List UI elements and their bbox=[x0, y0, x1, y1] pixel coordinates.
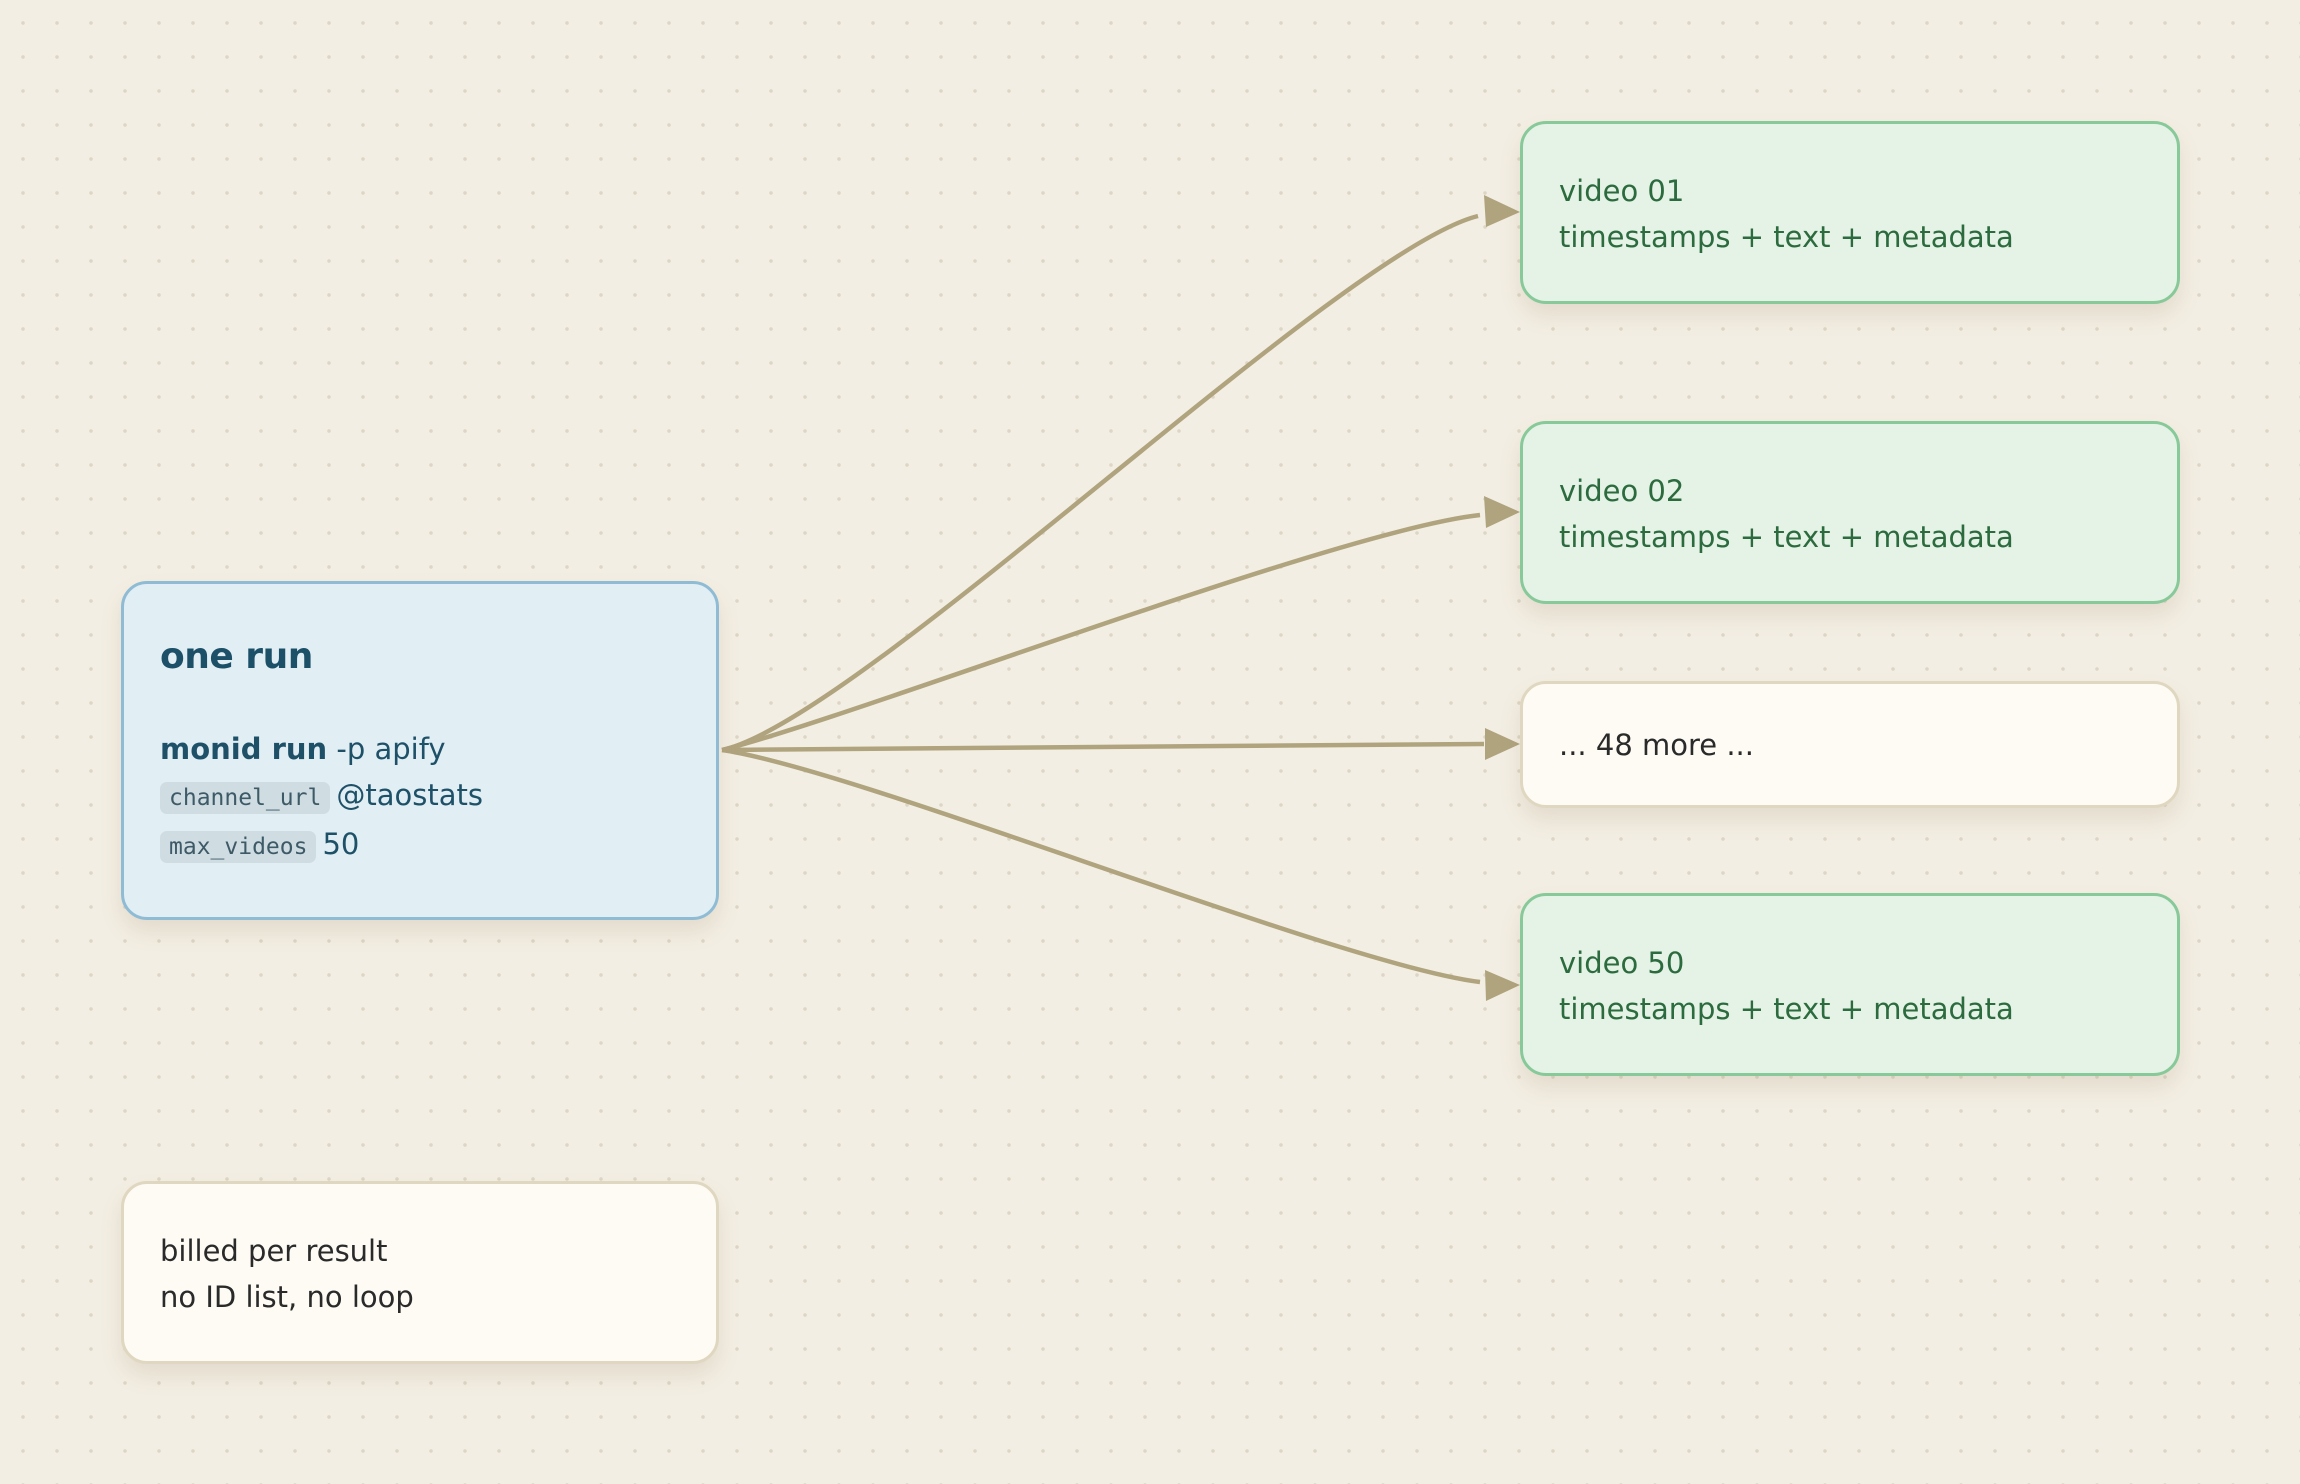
output-node-video-01[interactable]: video 01 timestamps + text + metadata bbox=[1520, 121, 2180, 304]
output-title: video 01 bbox=[1559, 174, 1685, 208]
param-value-max-videos: 50 bbox=[322, 827, 360, 861]
billing-note-node[interactable]: billed per result no ID list, no loop bbox=[121, 1181, 719, 1364]
diagram-canvas: one run monid run -p apify channel_url @t… bbox=[0, 0, 2300, 1484]
output-node-video-02[interactable]: video 02 timestamps + text + metadata bbox=[1520, 421, 2180, 604]
run-node-title: one run bbox=[160, 636, 313, 677]
edge-run-to-more bbox=[721, 741, 1485, 753]
output-title: video 02 bbox=[1559, 474, 1685, 508]
param-channel-url: channel_url @taostats bbox=[160, 772, 680, 821]
edge-run-to-video-50 bbox=[721, 747, 1481, 985]
run-command-args: -p apify bbox=[327, 732, 446, 766]
one-run-node[interactable]: one run monid run -p apify channel_url @t… bbox=[121, 581, 719, 920]
run-command-name: monid run bbox=[160, 732, 328, 766]
output-detail: timestamps + text + metadata bbox=[1559, 220, 2014, 254]
output-node-more[interactable]: ... 48 more ... bbox=[1520, 681, 2180, 808]
note-line-1: billed per result bbox=[160, 1234, 388, 1268]
output-title: video 50 bbox=[1559, 946, 1685, 980]
run-command: monid run -p apify bbox=[160, 726, 680, 772]
param-value-channel-url: @taostats bbox=[336, 778, 483, 812]
param-key-max-videos: max_videos bbox=[160, 831, 317, 863]
arrowhead-video-01 bbox=[1484, 195, 1520, 227]
param-max-videos: max_videos 50 bbox=[160, 821, 680, 870]
output-detail: timestamps + text + metadata bbox=[1559, 520, 2014, 554]
more-label: ... 48 more ... bbox=[1559, 727, 1754, 762]
param-key-channel-url: channel_url bbox=[160, 782, 331, 814]
arrowhead-video-02 bbox=[1484, 496, 1520, 528]
edge-run-to-video-01 bbox=[721, 213, 1479, 753]
output-node-video-50[interactable]: video 50 timestamps + text + metadata bbox=[1520, 893, 2180, 1076]
note-line-2: no ID list, no loop bbox=[160, 1280, 414, 1314]
arrowhead-more bbox=[1485, 728, 1520, 760]
edge-run-to-video-02 bbox=[721, 512, 1481, 753]
output-detail: timestamps + text + metadata bbox=[1559, 992, 2014, 1026]
arrowhead-video-50 bbox=[1485, 970, 1520, 1001]
